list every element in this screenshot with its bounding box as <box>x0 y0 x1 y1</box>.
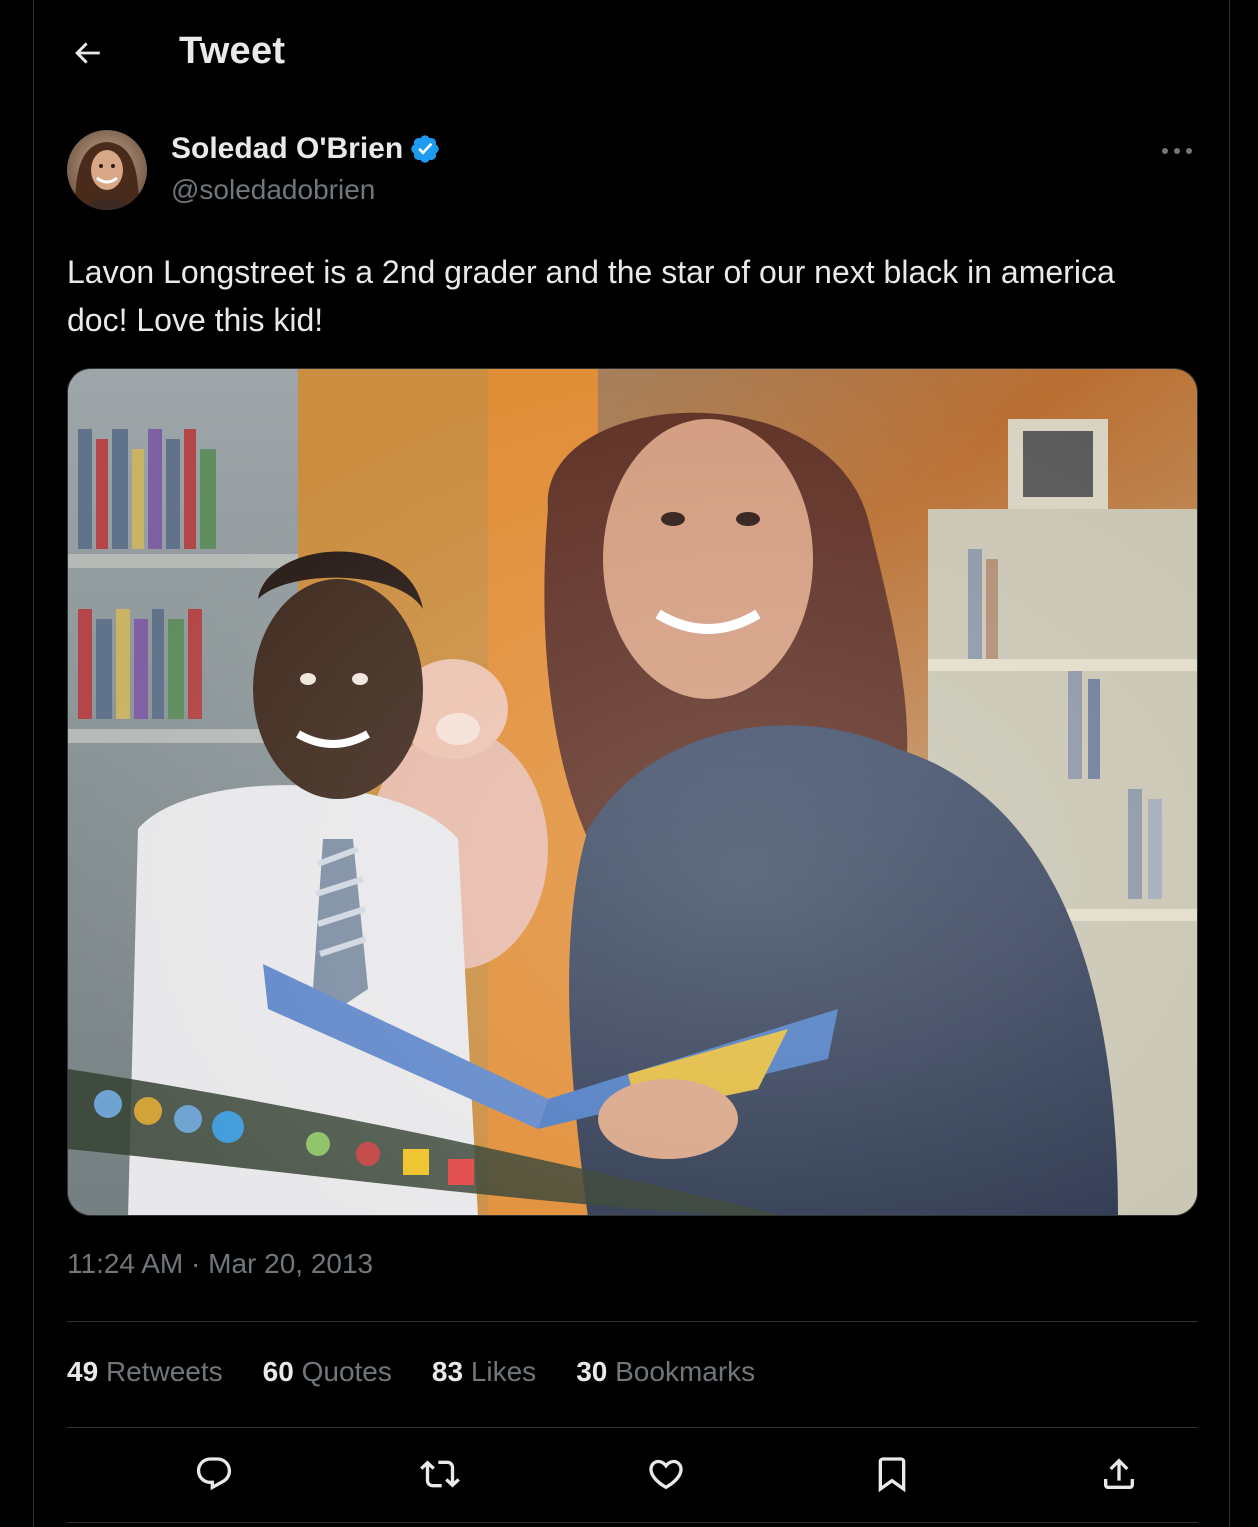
timestamp-separator: · <box>191 1248 201 1279</box>
retweet-button[interactable] <box>416 1450 464 1498</box>
arrow-left-icon <box>75 42 100 64</box>
stat-count: 83 <box>431 1356 464 1387</box>
tweet-author: Soledad O'Brien @soledadobrien <box>67 130 1197 212</box>
stat-label: Retweets <box>105 1356 223 1387</box>
display-name[interactable]: Soledad O'Brien <box>171 132 403 166</box>
bookmark-icon <box>878 1457 906 1493</box>
stat-label: Likes <box>470 1356 537 1387</box>
stat-count: 49 <box>67 1356 99 1387</box>
tweet-date[interactable]: Mar 20, 2013 <box>208 1248 373 1279</box>
more-options-button[interactable] <box>1157 136 1197 166</box>
avatar[interactable] <box>67 130 147 210</box>
more-icon <box>1162 148 1192 154</box>
like-button[interactable] <box>642 1450 690 1498</box>
action-bar <box>67 1440 1198 1510</box>
photo-image <box>68 369 1197 1215</box>
divider <box>67 1522 1198 1523</box>
retweets-stat[interactable]: 49 Retweets <box>67 1356 223 1388</box>
display-name-row: Soledad O'Brien <box>171 132 441 166</box>
bookmark-button[interactable] <box>868 1450 916 1498</box>
top-bar: Tweet <box>34 0 1229 106</box>
engagement-stats: 49 Retweets 60 Quotes 83 Likes 30 Bookma… <box>67 1356 755 1388</box>
bookmarks-stat[interactable]: 30 Bookmarks <box>576 1356 755 1388</box>
tweet-column: Tweet Soledad O'Brien @soledadobrien Lav… <box>33 0 1230 1527</box>
tweet-time[interactable]: 11:24 AM <box>67 1248 183 1279</box>
share-icon <box>1104 1458 1134 1489</box>
share-button[interactable] <box>1095 1450 1143 1498</box>
reply-icon <box>196 1457 232 1491</box>
like-icon <box>649 1459 683 1490</box>
tweet-timestamp[interactable]: 11:24 AM · Mar 20, 2013 <box>67 1248 373 1280</box>
stat-count: 30 <box>576 1356 608 1387</box>
stat-count: 60 <box>262 1356 294 1387</box>
back-button[interactable] <box>64 30 110 76</box>
reply-button[interactable] <box>190 1450 238 1498</box>
stat-label: Quotes <box>301 1356 392 1387</box>
divider <box>67 1321 1198 1322</box>
divider <box>67 1427 1198 1428</box>
likes-stat[interactable]: 83 Likes <box>432 1356 536 1388</box>
retweet-icon <box>420 1460 460 1488</box>
tweet-photo[interactable] <box>67 368 1198 1216</box>
page-title: Tweet <box>179 30 286 72</box>
quotes-stat[interactable]: 60 Quotes <box>263 1356 392 1388</box>
tweet-text: Lavon Longstreet is a 2nd grader and the… <box>67 254 1115 338</box>
verified-badge-icon[interactable] <box>409 133 441 165</box>
author-handle[interactable]: @soledadobrien <box>171 174 375 206</box>
stat-label: Bookmarks <box>615 1356 756 1387</box>
avatar-image <box>67 130 147 210</box>
